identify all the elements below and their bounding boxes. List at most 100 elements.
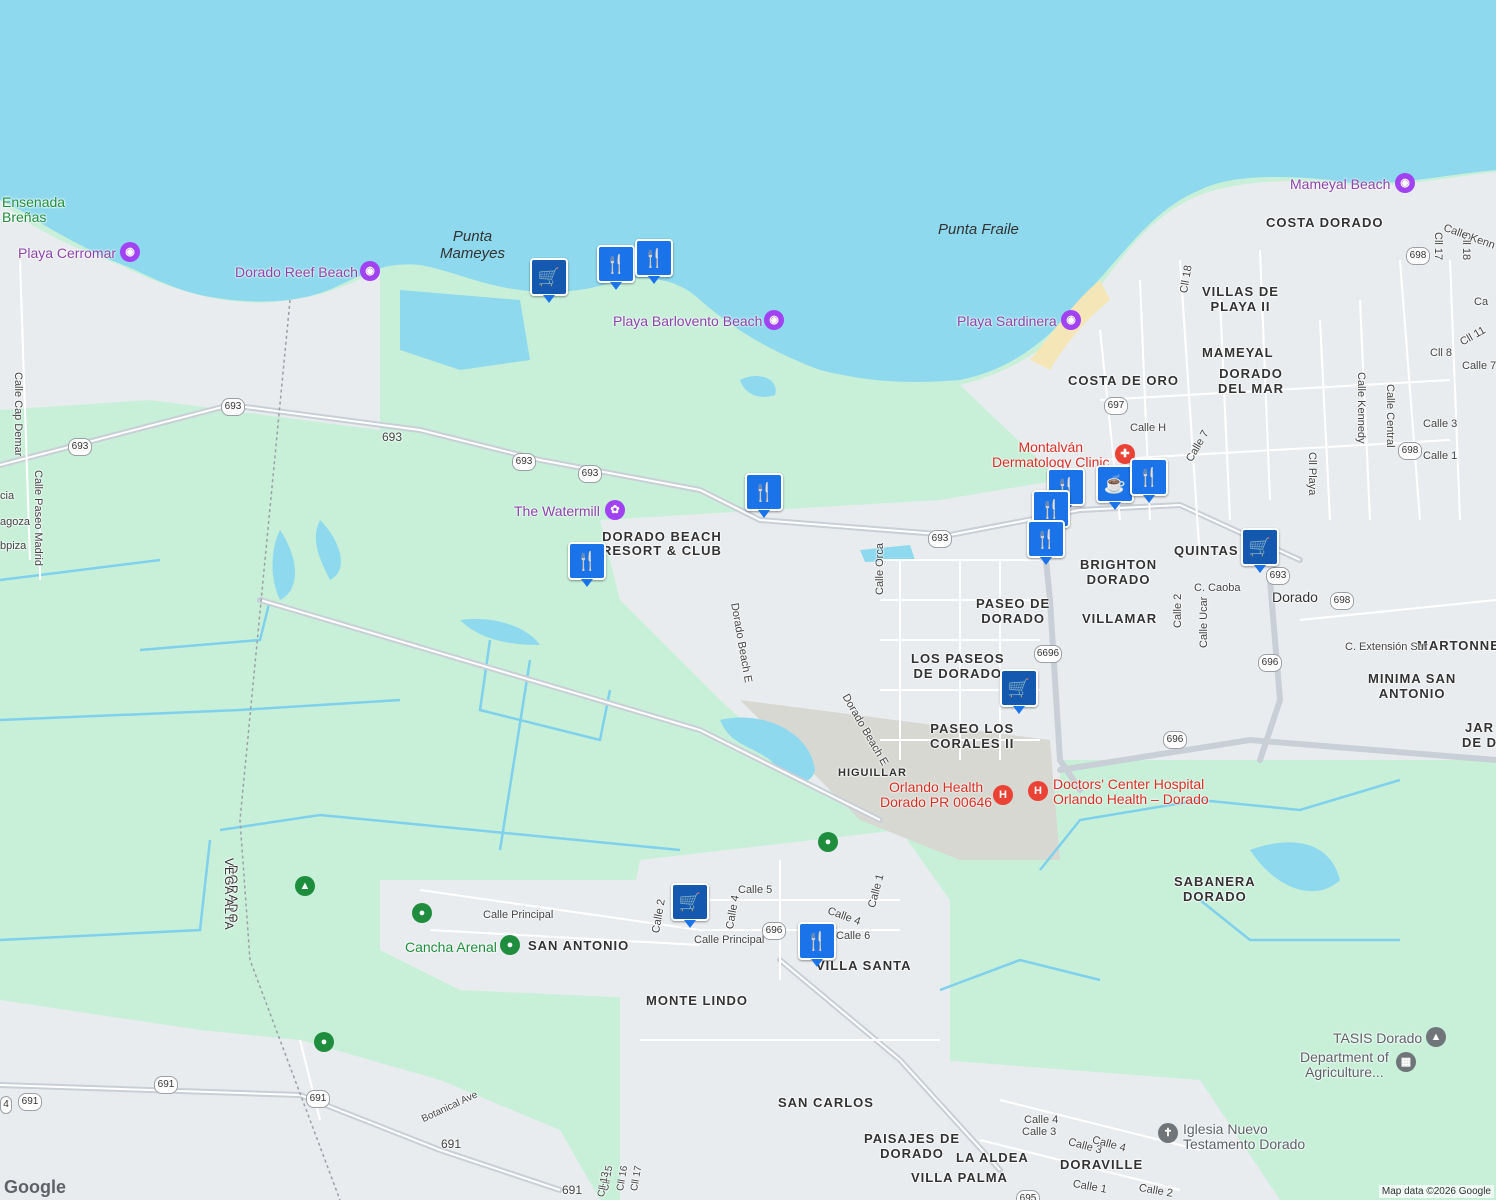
cart-icon[interactable]: 🛒 [671,883,709,928]
poi-the-watermill[interactable]: The Watermill [514,503,600,519]
street-label: Calle 5 [738,884,773,896]
route-shield: 695 [1016,1190,1040,1200]
poi-cancha-arenal[interactable]: Cancha Arenal [405,939,497,955]
route-shield: 696 [762,922,786,940]
poi-ensenada-brenas[interactable]: Ensenada Breñas [2,195,65,225]
restaurant-icon[interactable]: 🍴 [635,239,673,284]
street-label: Calle Ucar [1198,596,1210,648]
hospital-icon[interactable]: H [993,785,1013,805]
cart-icon[interactable]: 🛒 [530,258,568,303]
area-vega-alta-boundary: VEGA ALTA [222,858,236,931]
park-icon[interactable]: ● [314,1032,334,1052]
route-shield: 693 [221,398,245,416]
street-label: Calle Kennedy [1355,372,1367,444]
church-icon[interactable]: ✝ [1158,1123,1178,1143]
poi-playa-cerromar[interactable]: Playa Cerromar [18,245,116,261]
google-logo: Google [4,1177,66,1197]
poi-dept-agriculture[interactable]: Department of Agriculture... [1300,1050,1389,1080]
street-label: Calle Paseo Madrid [32,470,44,566]
area-mameyal: MAMEYAL [1202,345,1274,360]
hospital-icon[interactable]: H [1028,781,1048,801]
street-label: Cll Playa [1306,452,1318,496]
poi-mameyal-beach[interactable]: Mameyal Beach [1290,176,1390,192]
park-icon[interactable]: ● [818,832,838,852]
route-shield: 696 [1258,654,1282,672]
road-691-label: 691 [562,1183,583,1197]
street-label: Calle Orca [874,543,886,595]
area-costa-dorado: COSTA DORADO [1266,215,1384,230]
government-icon[interactable]: ▦ [1396,1052,1416,1072]
area-dorado-beach-resort: DORADO BEACH RESORT & CLUB [602,529,722,558]
street-label: Calle 7 [1462,360,1496,372]
area-los-paseos: LOS PASEOS DE DORADO [911,651,1005,681]
poi-playa-barlovento[interactable]: Playa Barlovento Beach [613,313,762,329]
street-label: Calle 6 [836,930,871,942]
area-martonne: MARTONNE [1417,638,1496,653]
restaurant-icon[interactable]: 🍴 [798,922,836,967]
restaurant-icon[interactable]: 🍴 [1027,520,1065,565]
street-label: Cll 17 [1432,232,1444,261]
poi-montalvan[interactable]: Montalván Dermatology Clinic [992,440,1109,470]
area-monte-lindo: MONTE LINDO [646,993,748,1008]
restaurant-icon[interactable]: 🍴 [568,542,606,587]
area-paseo-de-dorado: PASEO DE DORADO [976,596,1051,626]
route-shield: 691 [306,1090,330,1108]
road-691-label: 691 [441,1137,462,1151]
route-shield: 6696 [1034,645,1062,663]
street-label: Cll 8 [1430,347,1453,359]
route-shield: 693 [1266,567,1290,585]
street-label: Calle 4 [1024,1114,1059,1126]
camera-icon[interactable]: ◉ [1061,310,1081,330]
route-shield: 693 [578,465,602,483]
area-dorado: Dorado [1272,589,1318,605]
poi-orlando-health[interactable]: Orlando Health Dorado PR 00646 [880,780,992,810]
area-villamar: VILLAMAR [1082,611,1158,626]
street-label: bpiza [0,540,27,552]
restaurant-icon[interactable]: 🍴 [1130,458,1168,503]
restaurant-icon[interactable]: 🍴 [745,473,783,518]
tree-icon[interactable]: ▲ [295,876,315,896]
cart-icon[interactable]: 🛒 [1241,528,1279,573]
poi-dorado-reef-beach[interactable]: Dorado Reef Beach [235,264,358,280]
route-shield: 693 [928,530,952,548]
street-label: Calle Principal [483,909,554,921]
route-shield: 693 [512,453,536,471]
area-paisajes-de-dorado: PAISAJES DE DORADO [864,1131,961,1161]
cafe-icon[interactable]: ☕ [1096,465,1134,510]
restaurant-icon[interactable]: 🍴 [597,245,635,290]
poi-iglesia[interactable]: Iglesia Nuevo Testamento Dorado [1183,1122,1305,1152]
area-san-antonio: SAN ANTONIO [528,938,630,953]
street-label: Calle 1 [1423,450,1458,462]
area-brighton-dorado: BRIGHTON DORADO [1080,557,1158,587]
area-jar: JAR DE D [1462,720,1496,750]
route-shield: 698 [1330,592,1354,610]
poi-playa-sardinera[interactable]: Playa Sardinera [957,313,1057,329]
area-quintas: QUINTAS [1174,543,1239,558]
camera-icon[interactable]: ◉ [764,310,784,330]
street-label: Calle H [1130,422,1167,434]
cart-icon[interactable]: 🛒 [1000,669,1038,714]
area-villa-santa: VILLA SANTA [816,958,912,973]
route-shield: 698 [1398,442,1422,460]
street-label: agoza [0,516,30,528]
area-villas-de-playa: VILLAS DE PLAYA II [1202,284,1279,314]
poi-doctors-center[interactable]: Doctors' Center Hospital Orlando Health … [1053,777,1209,807]
map-canvas[interactable]: Punta Mameyes Punta Fraile DORADO BEACH R… [0,0,1496,1200]
route-shield: 693 [68,438,92,456]
school-icon[interactable]: ▲ [1426,1027,1446,1047]
street-label: C. Caoba [1194,582,1241,594]
flower-icon[interactable]: ✿ [605,500,625,520]
map-attribution: Map data ©2026 Google [1378,1185,1494,1198]
area-costa-de-oro: COSTA DE ORO [1068,373,1179,388]
park-icon[interactable]: ● [412,903,432,923]
street-label: Ca [1474,296,1489,308]
camera-icon[interactable]: ◉ [1395,173,1415,193]
area-higuillar: HIGUILLAR [838,767,907,779]
route-shield: 4 [0,1096,12,1114]
route-shield: 698 [1406,247,1430,265]
poi-tasis-dorado[interactable]: TASIS Dorado [1333,1030,1422,1046]
area-villa-palma: VILLA PALMA [911,1170,1008,1185]
camera-icon[interactable]: ◉ [120,242,140,262]
sports-icon[interactable]: ● [500,935,520,955]
camera-icon[interactable]: ◉ [360,261,380,281]
